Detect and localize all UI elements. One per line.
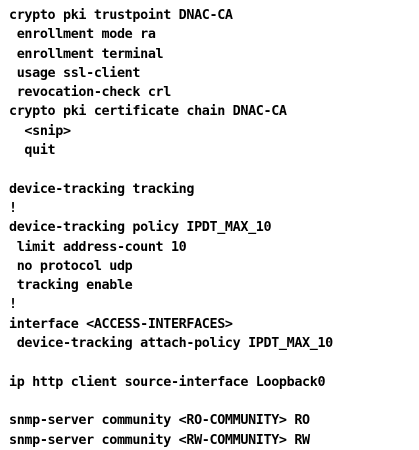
config-line: interface <ACCESS-INTERFACES> <box>9 316 233 332</box>
config-line: ! <box>9 200 17 216</box>
config-line: revocation-check crl <box>9 85 172 101</box>
config-line-blank <box>9 353 417 372</box>
config-line: device-tracking policy IPDT_MAX_10 <box>9 220 272 236</box>
config-line-blank <box>9 392 417 411</box>
config-line: quit <box>9 143 56 159</box>
config-line: ! <box>9 297 17 313</box>
config-line: usage ssl-client <box>9 65 141 81</box>
config-line: crypto pki certificate chain DNAC-CA <box>9 104 287 120</box>
config-line: tracking enable <box>9 278 133 294</box>
config-line: ip http client source-interface Loopback… <box>9 374 326 390</box>
config-line: crypto pki trustpoint DNAC-CA <box>9 8 233 23</box>
config-line: limit address-count 10 <box>9 239 187 255</box>
config-line: <snip> <box>9 123 71 139</box>
config-line: snmp-server community <RO-COMMUNITY> RO <box>9 413 310 429</box>
config-line-blank <box>9 160 417 179</box>
config-line: device-tracking tracking <box>9 181 195 197</box>
config-line: no protocol udp <box>9 258 133 274</box>
config-line: device-tracking attach-policy IPDT_MAX_1… <box>9 336 334 352</box>
config-line: enrollment terminal <box>9 46 164 62</box>
config-line: enrollment mode ra <box>9 27 156 43</box>
config-text-block: crypto pki trustpoint DNAC-CA enrollment… <box>9 6 417 450</box>
